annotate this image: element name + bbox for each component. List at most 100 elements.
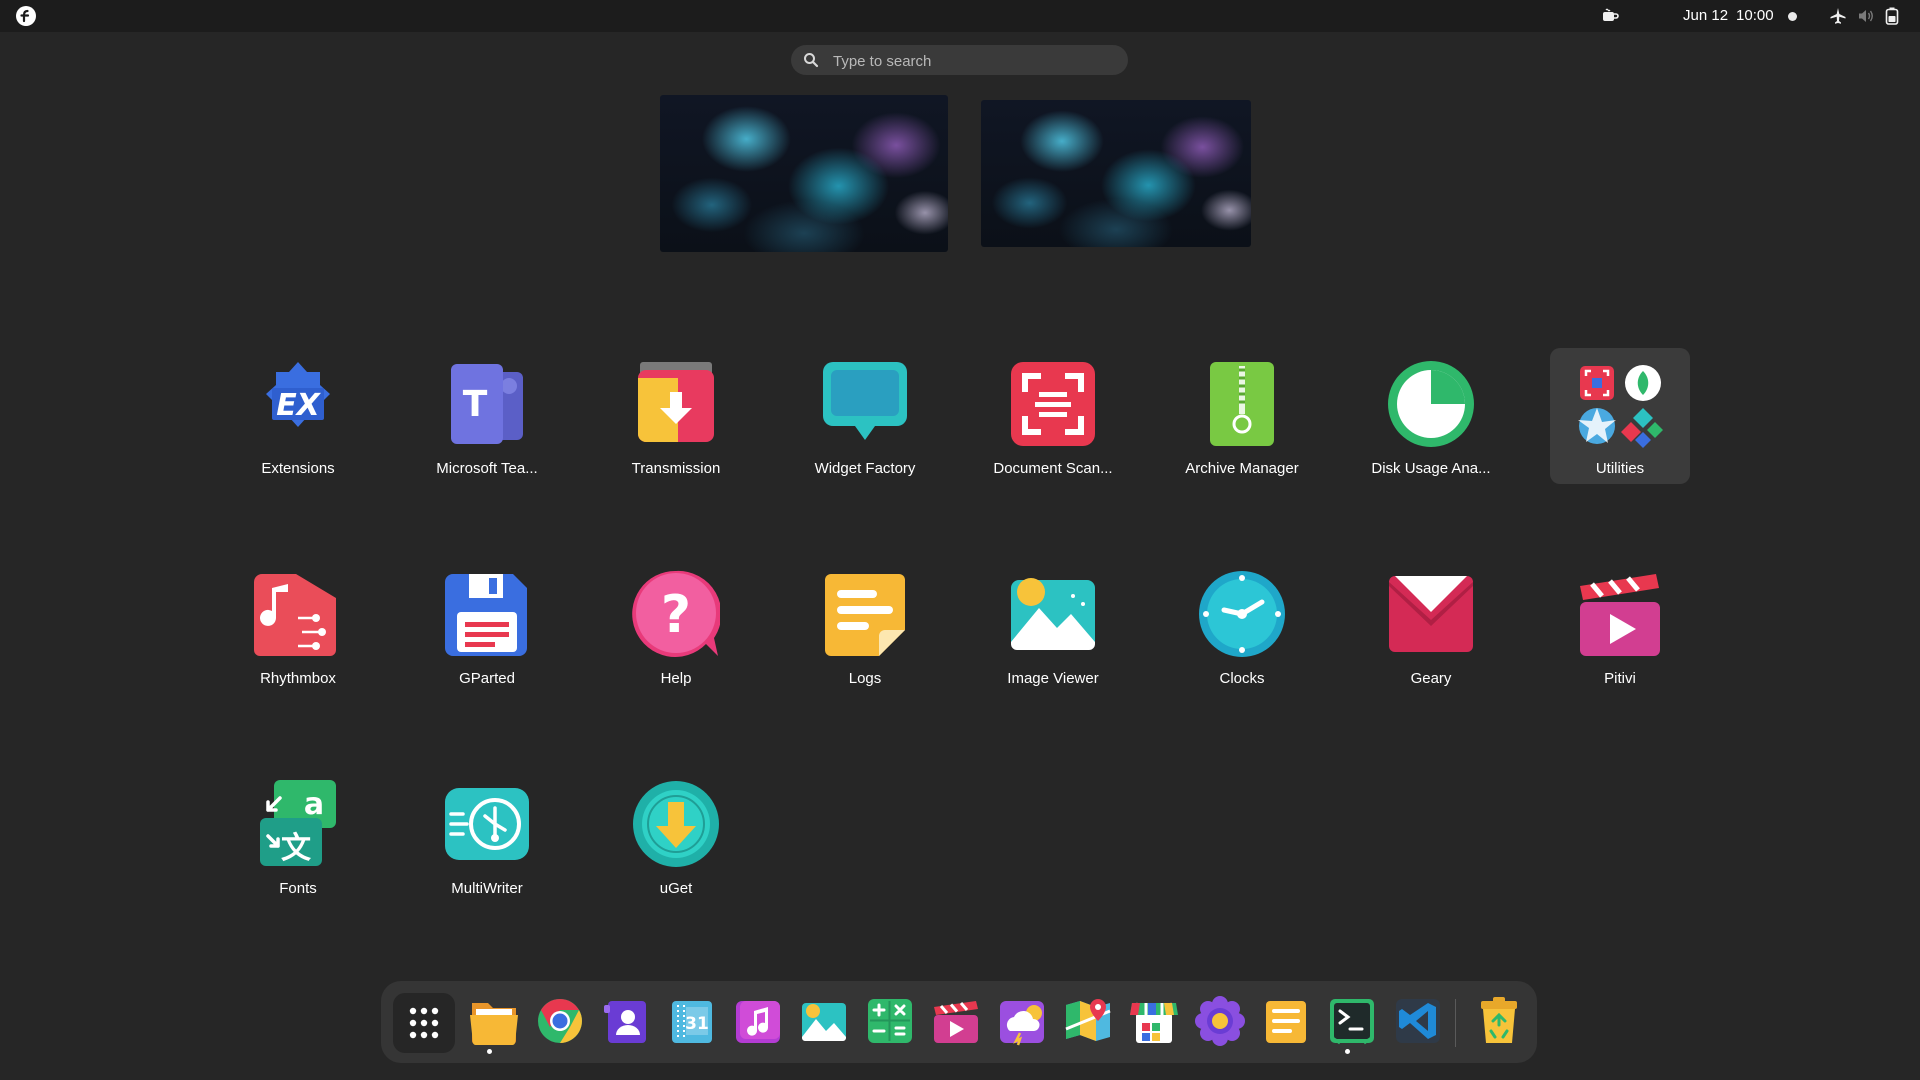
logs-icon bbox=[825, 574, 905, 656]
maps-icon bbox=[1065, 999, 1111, 1041]
search-icon bbox=[804, 53, 819, 68]
app-label: Extensions bbox=[261, 460, 335, 477]
text-editor-icon bbox=[1266, 1001, 1306, 1043]
fonts-icon: a 文 bbox=[260, 780, 336, 866]
videos-icon bbox=[934, 1001, 978, 1043]
app-help[interactable]: ? Help bbox=[606, 558, 746, 694]
app-label: Utilities bbox=[1595, 460, 1645, 477]
dock-music[interactable] bbox=[732, 995, 784, 1047]
app-uget[interactable]: uGet bbox=[606, 768, 746, 904]
weather-icon bbox=[1000, 1001, 1044, 1046]
app-clocks[interactable]: Clocks bbox=[1172, 558, 1312, 694]
dock-software[interactable] bbox=[1128, 995, 1180, 1047]
app-disk-usage-analyzer[interactable]: Disk Usage Ana... bbox=[1361, 348, 1501, 484]
vscode-icon bbox=[1396, 999, 1440, 1043]
app-label: Widget Factory bbox=[814, 460, 916, 477]
app-label: Document Scan... bbox=[993, 460, 1113, 477]
terminal-running-indicator bbox=[1345, 1049, 1350, 1054]
dock-files[interactable] bbox=[468, 995, 520, 1047]
app-gparted[interactable]: GParted bbox=[417, 558, 557, 694]
music-icon bbox=[736, 1001, 780, 1043]
app-logs[interactable]: Logs bbox=[795, 558, 935, 694]
app-image-viewer[interactable]: Image Viewer bbox=[983, 558, 1123, 694]
files-icon bbox=[470, 1003, 518, 1046]
document-scanner-icon bbox=[1011, 362, 1095, 446]
app-label: MultiWriter bbox=[451, 880, 523, 897]
app-folder-utilities[interactable]: Utilities bbox=[1550, 348, 1690, 484]
svg-text:文: 文 bbox=[281, 831, 311, 866]
workspace-thumbnail-2[interactable] bbox=[981, 100, 1251, 247]
dock: 31 bbox=[381, 981, 1537, 1063]
svg-text:?: ? bbox=[661, 585, 691, 645]
app-label: Rhythmbox bbox=[260, 670, 336, 687]
app-multiwriter[interactable]: MultiWriter bbox=[417, 768, 557, 904]
app-label: uGet bbox=[659, 880, 693, 897]
app-geary[interactable]: Geary bbox=[1361, 558, 1501, 694]
svg-text:EX: EX bbox=[276, 388, 321, 423]
utilities-folder-icon bbox=[1578, 365, 1663, 448]
dock-contacts[interactable] bbox=[600, 995, 652, 1047]
svg-text:T: T bbox=[463, 384, 488, 425]
app-label: Archive Manager bbox=[1185, 460, 1299, 477]
archive-manager-icon bbox=[1210, 362, 1274, 446]
app-fonts[interactable]: a 文 Fonts bbox=[228, 768, 368, 904]
dock-settings[interactable] bbox=[1194, 995, 1246, 1047]
app-extensions[interactable]: EX Extensions bbox=[228, 348, 368, 484]
dock-calendar[interactable]: 31 bbox=[666, 995, 718, 1047]
top-bar: Jun 12 10:00 bbox=[0, 0, 1920, 32]
dock-photos[interactable] bbox=[798, 995, 850, 1047]
terminal-icon bbox=[1330, 999, 1374, 1045]
photos-icon bbox=[802, 1003, 846, 1041]
search-input[interactable] bbox=[831, 49, 1120, 73]
dock-calculator[interactable] bbox=[864, 995, 916, 1047]
app-microsoft-teams[interactable]: T Microsoft Tea... bbox=[417, 348, 557, 484]
app-label: Pitivi bbox=[1604, 670, 1636, 687]
airplane-mode-icon[interactable] bbox=[1829, 7, 1847, 25]
date-time[interactable]: Jun 12 10:00 bbox=[1683, 7, 1774, 24]
dock-vscode[interactable] bbox=[1392, 995, 1444, 1047]
workspace-thumbnail-1[interactable] bbox=[660, 95, 948, 252]
app-label: Image Viewer bbox=[1007, 670, 1099, 687]
dock-trash[interactable] bbox=[1473, 995, 1525, 1047]
calendar-icon: 31 bbox=[672, 1001, 712, 1043]
dock-terminal[interactable] bbox=[1326, 995, 1378, 1047]
app-pitivi[interactable]: Pitivi bbox=[1550, 558, 1690, 694]
app-widget-factory[interactable]: Widget Factory bbox=[795, 348, 935, 484]
geary-icon bbox=[1389, 576, 1473, 652]
app-label: Microsoft Tea... bbox=[436, 460, 538, 477]
app-rhythmbox[interactable]: Rhythmbox bbox=[228, 558, 368, 694]
dock-videos[interactable] bbox=[930, 995, 982, 1047]
software-store-icon bbox=[1130, 1002, 1178, 1043]
app-archive-manager[interactable]: Archive Manager bbox=[1172, 348, 1312, 484]
app-transmission[interactable]: Transmission bbox=[606, 348, 746, 484]
dock-separator bbox=[1455, 999, 1456, 1047]
app-label: Help bbox=[660, 670, 692, 687]
multiwriter-icon bbox=[445, 788, 529, 860]
svg-text:31: 31 bbox=[685, 1014, 709, 1034]
widget-factory-icon bbox=[823, 362, 907, 440]
help-icon: ? bbox=[632, 570, 720, 657]
app-label: GParted bbox=[459, 670, 515, 687]
dock-weather[interactable] bbox=[996, 995, 1048, 1047]
show-apps-button[interactable] bbox=[393, 993, 455, 1053]
fedora-logo-icon[interactable] bbox=[16, 6, 36, 26]
image-viewer-icon bbox=[1011, 578, 1095, 650]
dock-text-editor[interactable] bbox=[1260, 995, 1312, 1047]
app-document-scanner[interactable]: Document Scan... bbox=[983, 348, 1123, 484]
app-label: Geary bbox=[1410, 670, 1452, 687]
microsoft-teams-icon: T bbox=[451, 364, 523, 444]
search-bar[interactable] bbox=[791, 45, 1128, 75]
caffeine-cup-icon[interactable] bbox=[1601, 7, 1619, 25]
app-label: Fonts bbox=[279, 880, 317, 897]
date-label: Jun 12 bbox=[1683, 7, 1729, 24]
rhythmbox-icon bbox=[254, 574, 336, 656]
chrome-icon bbox=[538, 999, 582, 1043]
dock-chrome[interactable] bbox=[534, 995, 586, 1047]
svg-text:a: a bbox=[304, 787, 324, 822]
transmission-icon bbox=[638, 362, 714, 442]
dock-maps[interactable] bbox=[1062, 995, 1114, 1047]
app-label: Transmission bbox=[631, 460, 721, 477]
files-running-indicator bbox=[487, 1049, 492, 1054]
volume-muted-icon[interactable] bbox=[1857, 7, 1875, 25]
battery-icon[interactable] bbox=[1885, 7, 1899, 25]
